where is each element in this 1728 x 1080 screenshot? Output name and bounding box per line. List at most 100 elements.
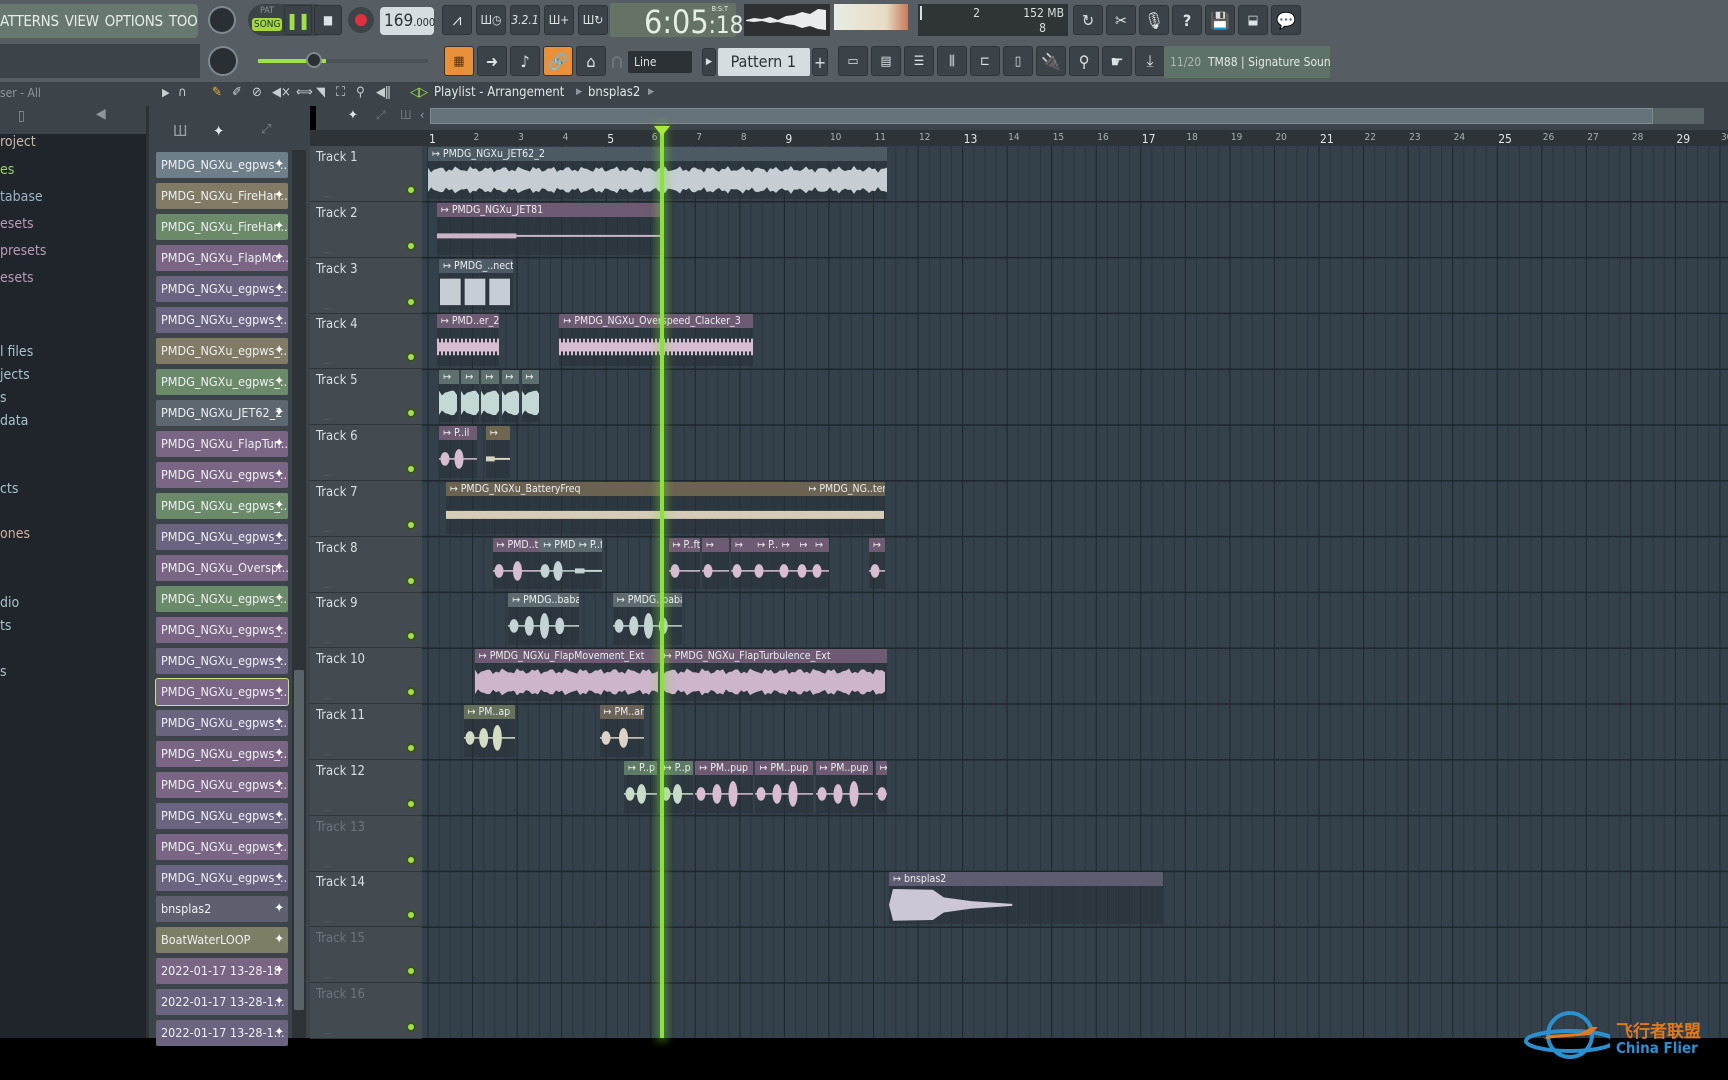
overview-viewport[interactable] — [430, 108, 1654, 124]
browser-item[interactable]: l files — [0, 344, 33, 360]
audio-clip[interactable]: ↦ P..t — [575, 537, 602, 590]
audio-clip[interactable]: ↦ — [875, 760, 887, 813]
audio-clip[interactable]: ↦ PMD..er_2 — [436, 314, 500, 367]
clip-title[interactable]: ↦ — [481, 370, 500, 385]
track-name[interactable]: Track 6 — [316, 429, 358, 444]
track-options-icon[interactable]: ... — [324, 302, 331, 311]
clip-menu-icon[interactable]: ↦ — [893, 873, 904, 885]
master-pitch-knob[interactable] — [208, 46, 238, 76]
browser-item[interactable]: es — [0, 162, 14, 178]
clip-menu-icon[interactable]: ↦ — [735, 539, 743, 551]
clip-title[interactable]: ↦ PM..ap — [463, 705, 515, 719]
track-options-icon[interactable]: ... — [324, 915, 331, 924]
playlist-menu-arrow-icon[interactable]: ▶ — [162, 86, 170, 99]
track-options-icon[interactable]: ... — [324, 190, 331, 199]
track-mute-led[interactable] — [406, 352, 416, 363]
clip-menu-icon[interactable]: ↦ — [443, 427, 454, 439]
track-name[interactable]: Track 3 — [316, 262, 358, 277]
clip-menu-icon[interactable]: ↦ — [465, 371, 473, 383]
track-mute-led[interactable] — [406, 743, 416, 753]
current-pattern-name[interactable]: bnsplas2 — [588, 85, 640, 100]
track-mute-led[interactable] — [406, 910, 416, 921]
track-options-icon[interactable]: ... — [324, 469, 331, 478]
audio-clip[interactable]: ↦ PM..ap — [463, 705, 515, 757]
track-name[interactable]: Track 1 — [316, 150, 358, 165]
paint-tool-icon[interactable]: ✐ — [232, 85, 242, 100]
clip-menu-icon[interactable]: ↦ — [800, 539, 808, 551]
clip-menu-icon[interactable]: ↦ — [579, 539, 590, 551]
export-audio-icon[interactable]: ⬓ — [1238, 5, 1268, 35]
menu-options[interactable]: OPTIONS — [105, 12, 163, 30]
select-tool-icon[interactable]: ⛶ — [336, 85, 345, 100]
clip-title[interactable]: ↦ PMDG_NGXu_JET81 — [436, 202, 665, 217]
track-name[interactable]: Track 12 — [316, 764, 365, 779]
channel-item[interactable]: PMDG_NGXu_egpws_... ✦ — [156, 741, 288, 767]
browser-files-icon[interactable]: ▯ — [18, 108, 25, 124]
countdown-icon[interactable]: 3.2.1 — [510, 5, 540, 35]
clip-title[interactable]: ↦ PMDG_NGXu_FlapMovement_Ext — [474, 649, 660, 664]
add-pattern-button[interactable]: + — [812, 48, 828, 76]
chat-icon[interactable]: 💬 — [1271, 5, 1301, 35]
magnet-snap-icon[interactable]: ∩ — [178, 85, 187, 100]
clip-menu-icon[interactable]: ↦ — [506, 371, 514, 383]
audio-clip[interactable]: ↦ PM..pup — [695, 760, 754, 813]
channel-item[interactable]: 2022-01-17 13-28-18 ✦ — [156, 958, 288, 984]
track-mute-led[interactable] — [406, 240, 416, 251]
channel-item[interactable]: PMDG_NGXu_FlapTur... ✦ — [156, 431, 288, 457]
audio-clip[interactable]: ↦ — [869, 537, 885, 590]
browser-item[interactable]: jects — [0, 367, 30, 383]
track-header[interactable]: Track 7... — [310, 481, 422, 537]
clip-menu-icon[interactable]: ↦ — [468, 706, 479, 718]
track-mute-led[interactable] — [406, 464, 416, 474]
clip-menu-icon[interactable]: ↦ — [563, 315, 574, 327]
browser-item[interactable]: esets — [0, 216, 34, 232]
track-options-icon[interactable]: ... — [324, 413, 331, 422]
track-options-icon[interactable]: ... — [324, 246, 331, 255]
track-header[interactable]: Track 8... — [310, 537, 422, 593]
clip-menu-icon[interactable]: ↦ — [604, 706, 615, 718]
master-pitch-slider[interactable] — [258, 59, 428, 63]
channel-scrollbar[interactable] — [292, 150, 306, 1038]
clip-title[interactable]: ↦ P..il — [439, 426, 477, 440]
wait-for-input-icon[interactable]: Ш◷ — [476, 5, 506, 35]
audio-clip[interactable]: ↦ P..p — [659, 760, 694, 813]
clip-title[interactable]: ↦ P..p — [624, 760, 658, 775]
channel-item[interactable]: PMDG_NGXu_egpws_... ✦ — [156, 493, 288, 519]
pattern-prev-button[interactable]: ▶ — [702, 48, 716, 76]
track-name[interactable]: Track 11 — [316, 708, 365, 723]
playhead-marker[interactable] — [653, 126, 670, 136]
audio-clip[interactable]: ↦ — [777, 537, 796, 590]
clip-title[interactable]: ↦ PMDG_NG..teryFreq — [804, 481, 885, 496]
channel-item[interactable]: BoatWaterLOOP ✦ — [156, 927, 288, 953]
track-mute-led[interactable] — [406, 575, 416, 586]
play-pause-button[interactable]: ❚❚ — [284, 5, 312, 35]
audio-clip[interactable]: ↦ — [461, 370, 480, 422]
download-icon[interactable]: ⤓ — [1135, 46, 1165, 76]
clip-title[interactable]: ↦ — [811, 537, 829, 552]
audio-clip[interactable]: ↦ PMDG_..nect — [439, 258, 513, 311]
clip-title[interactable]: ↦ bnsplas2 — [889, 872, 1164, 887]
clip-title[interactable]: ↦ PMDG..baba — [508, 593, 580, 608]
browser-item[interactable]: dio — [0, 595, 19, 611]
clip-menu-icon[interactable]: ↦ — [757, 539, 768, 551]
channel-item[interactable]: PMDG_NGXu_egpws_... ✦ — [156, 803, 288, 829]
track-header[interactable]: Track 15... — [310, 927, 422, 984]
channel-item[interactable]: PMDG_NGXu_egpws_... ✦ — [156, 710, 288, 736]
piano-roll-icon[interactable]: ▤ — [871, 46, 901, 76]
audio-clip[interactable]: ↦ P..t — [753, 537, 778, 590]
timeline-ruler[interactable]: 1 2 3 4 5 6 7 8 9 10 11 12 13 14 15 16 17 18 19 20 21 22 23 24 2… — [310, 130, 1728, 146]
slide-icon[interactable]: ♪ — [510, 46, 540, 76]
track-header[interactable]: Track 6... — [310, 425, 422, 481]
pattern-selector[interactable]: Pattern 1 — [718, 48, 810, 76]
clip-menu-icon[interactable]: ↦ — [759, 762, 770, 774]
track-header[interactable]: Track 16... — [310, 983, 422, 1039]
slice-tool-icon[interactable]: ◥ — [316, 85, 325, 100]
news-hint-bar[interactable]: 11/20 TM88 | Signature Sound ▸ — [1164, 46, 1330, 78]
track-mute-led[interactable] — [406, 854, 416, 865]
clip-menu-icon[interactable]: ↦ — [512, 594, 523, 606]
clip-title[interactable]: ↦ PMDG_NGXu_FlapTurbulence_Ext — [659, 649, 887, 664]
menu-patterns[interactable]: ATTERNS — [0, 12, 59, 30]
clip-menu-icon[interactable]: ↦ — [673, 539, 684, 551]
scrollbar-thumb[interactable] — [294, 670, 304, 1010]
channel-item[interactable]: 2022-01-17 13-28-1... ✦ — [156, 989, 288, 1015]
